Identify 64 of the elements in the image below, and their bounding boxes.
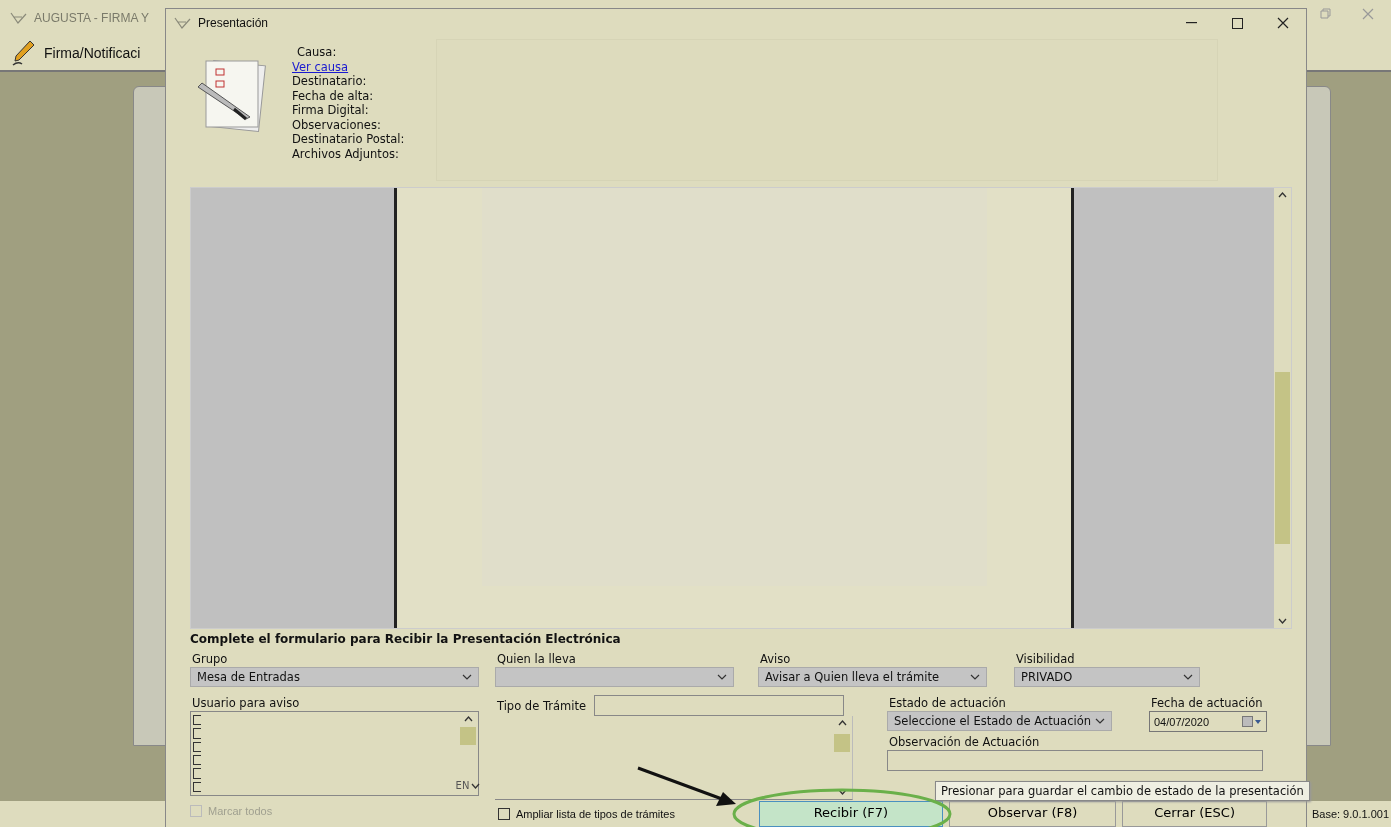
status-text: Base: 9.0.1.001 xyxy=(1311,808,1389,820)
dialog-button[interactable]: Observar (F8) xyxy=(948,801,1117,827)
date-field[interactable]: 04/07/2020 xyxy=(1149,711,1267,732)
calendar-icon[interactable] xyxy=(1242,716,1262,727)
scroll-up-icon[interactable] xyxy=(463,716,473,722)
scroll-down-icon[interactable] xyxy=(1278,618,1287,624)
scroll-up-icon[interactable] xyxy=(1278,192,1287,198)
detail-label: Destinatario: xyxy=(292,74,368,89)
detail-label: Fecha de alta: xyxy=(292,88,375,103)
field-label: Estado de actuación xyxy=(888,695,1007,711)
detail-label: Archivos Adjuntos: xyxy=(292,146,400,161)
field-label: Observación de Actuación xyxy=(888,734,1041,750)
dialog-button[interactable]: Cerrar (ESC) xyxy=(1122,801,1267,827)
detail-label: Observaciones: xyxy=(292,117,382,132)
tooltip: Presionar para guardar el cambio de estado de la presentación xyxy=(935,781,1310,801)
field-label: Grupo xyxy=(191,651,229,667)
visibility-select[interactable]: PRIVADO xyxy=(1014,667,1200,687)
scroll-thumb[interactable] xyxy=(460,727,476,745)
dialog-title: Presentación xyxy=(198,16,269,30)
list-checkbox[interactable] xyxy=(193,755,201,766)
chevron-down-icon xyxy=(717,674,727,680)
list-text: EN xyxy=(455,780,470,791)
scroll-up-icon[interactable] xyxy=(837,720,847,726)
chevron-down-icon xyxy=(1095,718,1105,724)
list-checkbox[interactable] xyxy=(193,741,201,752)
checkbox[interactable] xyxy=(498,808,510,820)
procedure-type-field[interactable] xyxy=(594,695,844,716)
field-label: Visibilidad xyxy=(1015,651,1076,667)
detail-label: Destinatario Postal: xyxy=(292,132,406,147)
status-select[interactable]: Seleccione el Estado de Actuación xyxy=(887,711,1112,731)
field-label: Usuario para aviso xyxy=(191,695,301,711)
detail-label: Causa: xyxy=(296,45,338,60)
field-label: Fecha de actuación xyxy=(1150,695,1264,711)
chevron-down-icon xyxy=(970,674,980,680)
notice-select[interactable]: Avisar a Quien lleva el trámite xyxy=(758,667,987,687)
dialog-button[interactable]: Recibir (F7) xyxy=(759,801,943,827)
logo-icon xyxy=(10,11,28,25)
list-checkbox[interactable] xyxy=(193,781,201,792)
list-checkbox[interactable] xyxy=(193,715,201,726)
field-label: Aviso xyxy=(759,651,792,667)
close-icon xyxy=(1277,17,1289,29)
maximize-icon xyxy=(1231,17,1243,29)
form-heading: Complete el formulario para Recibir la Presentación Electrónica xyxy=(190,632,622,648)
observation-field[interactable] xyxy=(887,750,1263,771)
field-label: Tipo de Trámite xyxy=(496,697,586,714)
toolbar-item[interactable]: Firma/Notificaci xyxy=(44,45,141,61)
group-select[interactable]: Mesa de Entradas xyxy=(190,667,479,687)
logo-icon xyxy=(174,16,192,30)
detail-label: Firma Digital: xyxy=(292,103,370,118)
window-title: AUGUSTA - FIRMA Y xyxy=(34,11,149,25)
scroll-down-icon[interactable] xyxy=(471,782,481,789)
chevron-down-icon xyxy=(1183,674,1193,680)
checkbox-label: Marcar todos xyxy=(208,805,273,817)
details-link[interactable]: Ver causa xyxy=(292,59,412,74)
scroll-thumb[interactable] xyxy=(1275,372,1290,544)
scroll-down-icon[interactable] xyxy=(837,789,847,795)
pen-icon[interactable] xyxy=(10,39,36,67)
chevron-down-icon xyxy=(462,674,472,680)
list-checkbox[interactable] xyxy=(193,768,201,779)
minimize-icon xyxy=(1185,22,1197,24)
field-label: Quien la lleva xyxy=(496,651,577,667)
scroll-thumb[interactable] xyxy=(834,733,850,752)
list-checkbox[interactable] xyxy=(193,728,201,739)
checkbox-label: Ampliar lista de tipos de trámites xyxy=(516,808,675,820)
